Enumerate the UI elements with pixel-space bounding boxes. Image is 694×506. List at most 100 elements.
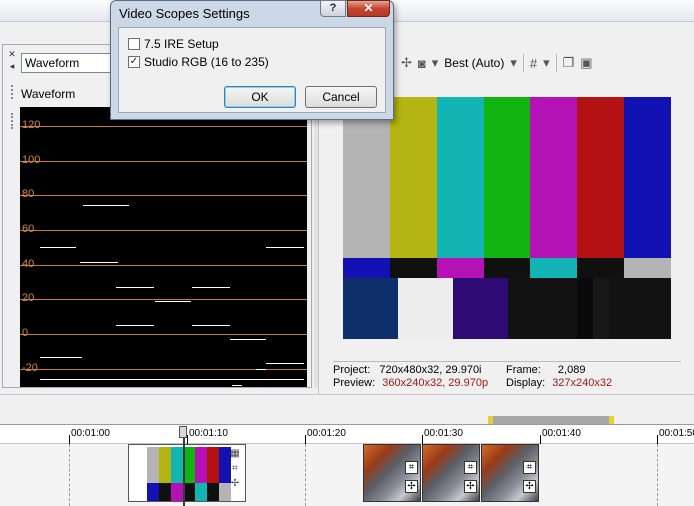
pluge-bar: [398, 278, 453, 339]
waveform-trace: [230, 339, 266, 340]
ruler-label: 00:01:20: [307, 428, 346, 439]
color-bar: [577, 258, 624, 278]
save-icon[interactable]: ▣: [580, 55, 592, 71]
chevron-down-icon[interactable]: ▾: [543, 55, 550, 71]
preview-label: Preview:: [333, 377, 376, 389]
ruler-tick: [187, 435, 188, 444]
time-ruler[interactable]: 00:01:00 00:01:10 00:01:20 00:01:30 00:0…: [0, 424, 694, 444]
ruler-tick: [540, 435, 541, 444]
chevron-down-icon[interactable]: ▾: [432, 55, 439, 71]
waveform-trace: [116, 287, 154, 288]
ok-button[interactable]: OK: [224, 86, 296, 108]
studio-rgb-checkbox[interactable]: ✓: [128, 56, 140, 68]
waveform-trace: [83, 205, 129, 206]
preview-value: 360x240x32, 29.970p: [382, 377, 489, 389]
scope-type-select[interactable]: Waveform: [21, 53, 113, 73]
copy-icon[interactable]: ❐: [563, 55, 575, 71]
studio-rgb-option[interactable]: ✓ Studio RGB (16 to 235): [128, 55, 269, 69]
waveform-trace: [116, 325, 154, 326]
overlay-icon[interactable]: ◙: [418, 56, 426, 71]
pluge-bar: [593, 278, 609, 339]
color-bar: [390, 258, 437, 278]
playhead-cursor[interactable]: [183, 426, 185, 506]
project-label: Project:: [333, 364, 371, 376]
project-value: 720x480x32, 29.970i: [379, 364, 482, 376]
cancel-button[interactable]: Cancel: [305, 86, 377, 108]
panel-grip[interactable]: [11, 85, 14, 99]
ruler-tick: [657, 435, 658, 444]
display-value: 327x240x32: [552, 377, 613, 389]
crop-icon[interactable]: ⌗: [464, 461, 477, 474]
scope-type-value: Waveform: [25, 56, 80, 70]
color-bar: [484, 258, 531, 278]
y-tick: 80: [22, 188, 35, 200]
video-track[interactable]: [0, 444, 694, 506]
video-clip[interactable]: ⌗ ✢: [363, 444, 421, 502]
panel-close-icon[interactable]: ✕: [7, 49, 17, 59]
crop-icon[interactable]: ⌗: [523, 461, 536, 474]
grid-line-80: [20, 195, 307, 196]
grid-line-0: [20, 334, 307, 335]
grid-dash: [657, 444, 658, 506]
close-button[interactable]: ✕: [347, 0, 390, 17]
quality-select[interactable]: Best (Auto): [444, 56, 504, 70]
preview-toolbar: ✢ ◙ ▾ Best (Auto) ▾ # ▾ ❐ ▣: [401, 52, 593, 74]
pluge-bar: [343, 278, 398, 339]
thumb-bar: [171, 483, 183, 501]
split-icon[interactable]: ✢: [401, 55, 412, 71]
loop-region[interactable]: [488, 416, 614, 424]
color-bar: [530, 97, 577, 258]
pluge-bar: [453, 278, 508, 339]
waveform-trace: [232, 385, 242, 386]
panel-grip-2[interactable]: [11, 113, 14, 129]
preview-info: Preview: 360x240x32, 29.970p: [333, 377, 488, 389]
video-clip[interactable]: ⌗ ✢: [481, 444, 539, 502]
pan-icon[interactable]: ✢: [229, 478, 241, 489]
pan-icon[interactable]: ✢: [523, 480, 536, 493]
panel-pin-icon[interactable]: ◂: [7, 61, 17, 71]
help-button[interactable]: ?: [320, 0, 346, 17]
clip-fx-icons: ⌗ ✢: [523, 461, 536, 493]
playhead-handle[interactable]: [179, 426, 187, 438]
video-clip[interactable]: ⌗ ✢: [422, 444, 480, 502]
color-bar: [343, 97, 390, 258]
crop-icon[interactable]: ⌗: [229, 463, 241, 474]
ire-setup-checkbox[interactable]: [128, 38, 140, 50]
color-bar: [484, 97, 531, 258]
color-bars-clip[interactable]: ▦ ⌗ ✢: [128, 444, 246, 502]
ruler-tick: [305, 435, 306, 444]
thumb-bar: [147, 483, 159, 501]
thumb-bar: [147, 447, 159, 483]
grid-line-60: [20, 230, 307, 231]
y-tick: 0: [22, 327, 29, 339]
grid-line-100: [20, 161, 307, 162]
film-icon[interactable]: ▦: [229, 448, 241, 459]
ruler-label: 00:01:40: [542, 428, 581, 439]
waveform-trace: [192, 325, 230, 326]
waveform-trace: [40, 379, 304, 380]
waveform-trace: [155, 301, 191, 302]
color-bar: [577, 97, 624, 258]
project-info: Project: 720x480x32, 29.970i: [333, 364, 482, 376]
waveform-trace: [266, 247, 304, 248]
pan-icon[interactable]: ✢: [405, 480, 418, 493]
ire-setup-option[interactable]: 7.5 IRE Setup: [128, 37, 219, 51]
frame-info: Frame: 2,089: [506, 364, 585, 376]
thumb-bar: [207, 483, 219, 501]
color-bar: [437, 97, 484, 258]
color-bar: [624, 97, 671, 258]
preview-frame: [343, 97, 671, 339]
pan-icon[interactable]: ✢: [464, 480, 477, 493]
chevron-down-icon[interactable]: ▾: [510, 55, 517, 71]
color-bar: [624, 258, 671, 278]
waveform-trace: [40, 357, 82, 358]
thumb-bar: [159, 447, 171, 483]
grid-icon[interactable]: #: [530, 56, 537, 71]
pluge-bar: [577, 278, 593, 339]
waveform-trace: [266, 363, 304, 364]
y-tick: 60: [22, 223, 35, 235]
crop-icon[interactable]: ⌗: [405, 461, 418, 474]
display-label: Display:: [506, 377, 546, 389]
help-icon: ?: [329, 2, 337, 14]
grid-line-20: [20, 299, 307, 300]
